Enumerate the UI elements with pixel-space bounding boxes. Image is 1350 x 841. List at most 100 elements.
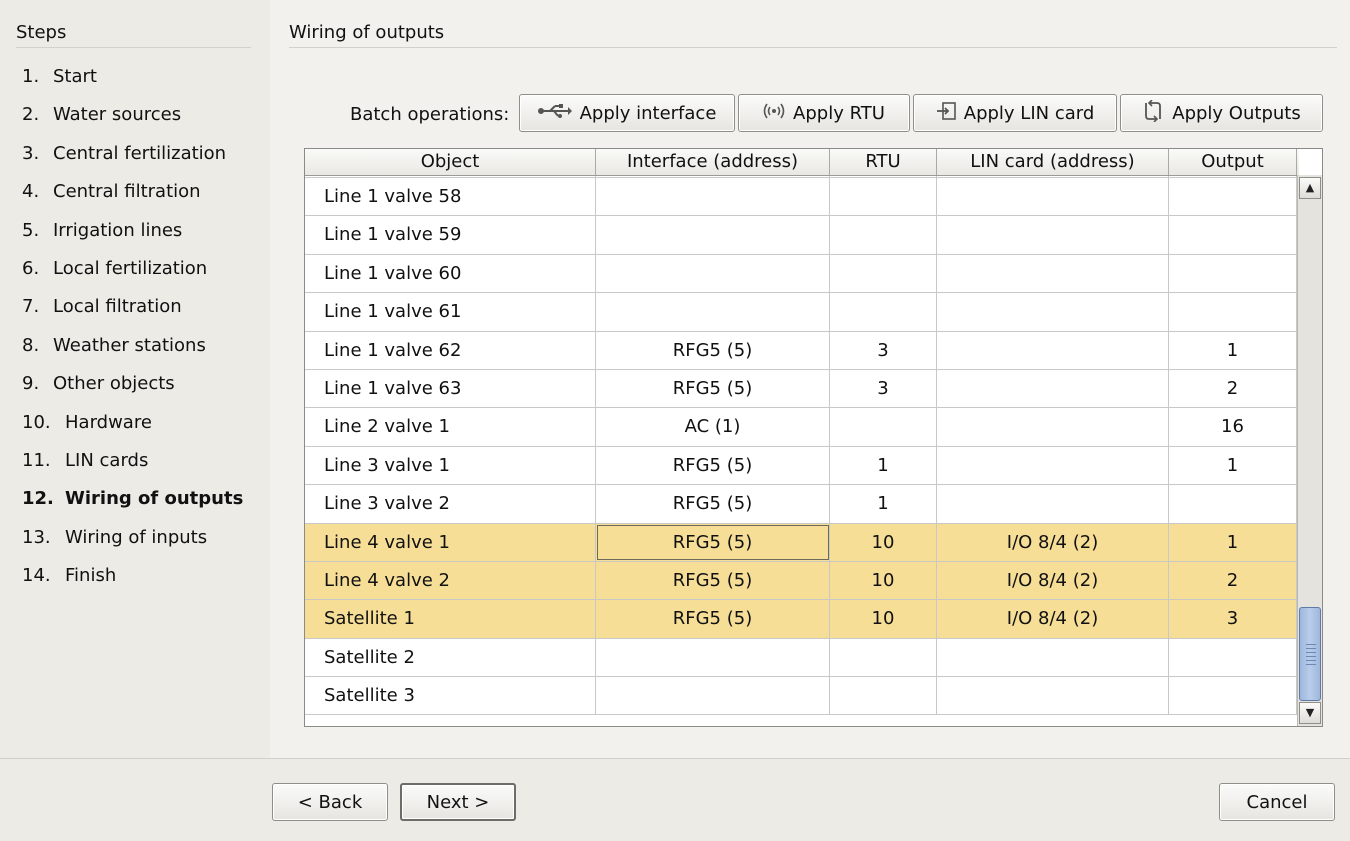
cell-object[interactable]: Line 1 valve 58 <box>305 178 596 216</box>
cell-interface[interactable] <box>596 293 830 331</box>
column-header-lin-card[interactable]: LIN card (address) <box>937 149 1169 175</box>
cell-rtu[interactable]: 10 <box>830 600 937 638</box>
table-row[interactable]: Line 1 valve 62 RFG5 (5) 3 1 <box>305 331 1297 370</box>
cell-interface[interactable]: RFG5 (5) <box>596 523 830 561</box>
cell-interface[interactable]: RFG5 (5) <box>596 331 830 369</box>
cell-rtu[interactable] <box>830 408 937 446</box>
table-row[interactable]: Satellite 2 <box>305 638 1297 678</box>
cell-rtu[interactable]: 10 <box>830 561 937 600</box>
cell-output[interactable] <box>1169 178 1297 216</box>
cell-interface[interactable]: RFG5 (5) <box>596 600 830 638</box>
cell-rtu[interactable] <box>830 293 937 331</box>
cell-lin[interactable] <box>937 408 1169 446</box>
wiring-table[interactable]: Object Interface (address) RTU LIN card … <box>304 148 1323 727</box>
column-header-output[interactable]: Output <box>1169 149 1297 175</box>
cell-rtu[interactable] <box>830 254 937 293</box>
cell-output[interactable] <box>1169 485 1297 523</box>
cell-lin[interactable]: I/O 8/4 (2) <box>937 600 1169 638</box>
cell-output[interactable]: 2 <box>1169 561 1297 600</box>
cell-rtu[interactable]: 1 <box>830 446 937 485</box>
scrollbar-thumb[interactable] <box>1299 607 1321 701</box>
table-row[interactable]: Line 4 valve 1 RFG5 (5) 10 I/O 8/4 (2) 1 <box>305 523 1297 562</box>
cell-rtu[interactable]: 10 <box>830 523 937 561</box>
scroll-down-button[interactable]: ▼ <box>1299 702 1321 724</box>
cell-lin[interactable] <box>937 293 1169 331</box>
cell-rtu[interactable] <box>830 677 937 715</box>
back-button[interactable]: < Back <box>272 783 388 821</box>
apply-rtu-button[interactable]: Apply RTU <box>738 94 910 132</box>
apply-outputs-button[interactable]: Apply Outputs <box>1120 94 1323 132</box>
cell-rtu[interactable]: 3 <box>830 369 937 408</box>
table-row[interactable]: Line 1 valve 59 <box>305 216 1297 255</box>
cell-lin[interactable] <box>937 369 1169 408</box>
table-row[interactable]: Line 3 valve 2 RFG5 (5) 1 <box>305 485 1297 524</box>
cell-lin[interactable] <box>937 331 1169 369</box>
cell-interface[interactable] <box>596 216 830 254</box>
cell-interface[interactable] <box>596 178 830 216</box>
cell-output[interactable]: 2 <box>1169 369 1297 408</box>
cell-lin[interactable] <box>937 677 1169 715</box>
cell-lin[interactable] <box>937 254 1169 293</box>
cell-interface[interactable]: RFG5 (5) <box>596 369 830 408</box>
cell-rtu[interactable]: 3 <box>830 331 937 369</box>
cell-lin[interactable] <box>937 638 1169 677</box>
scroll-up-button[interactable]: ▲ <box>1299 177 1321 199</box>
table-row[interactable]: Line 3 valve 1 RFG5 (5) 1 1 <box>305 446 1297 486</box>
cell-object[interactable]: Line 1 valve 61 <box>305 293 596 331</box>
table-row[interactable]: Line 2 valve 1 AC (1) 16 <box>305 408 1297 447</box>
cell-output[interactable] <box>1169 216 1297 254</box>
cell-output[interactable] <box>1169 677 1297 715</box>
cell-object[interactable]: Line 1 valve 59 <box>305 216 596 254</box>
table-row[interactable]: Line 1 valve 60 <box>305 254 1297 294</box>
table-scrollbar[interactable]: ▲ ▼ <box>1297 175 1322 726</box>
cell-object[interactable]: Line 4 valve 2 <box>305 561 596 600</box>
cell-output[interactable] <box>1169 254 1297 293</box>
cell-output[interactable] <box>1169 638 1297 677</box>
cell-object[interactable]: Satellite 3 <box>305 677 596 715</box>
cell-lin[interactable] <box>937 485 1169 523</box>
cell-interface[interactable]: RFG5 (5) <box>596 561 830 600</box>
cell-rtu[interactable]: 1 <box>830 485 937 523</box>
apply-interface-button[interactable]: Apply interface <box>519 94 735 132</box>
cell-output[interactable]: 16 <box>1169 408 1297 446</box>
table-row[interactable]: Satellite 1 RFG5 (5) 10 I/O 8/4 (2) 3 <box>305 600 1297 639</box>
cell-object[interactable]: Line 2 valve 1 <box>305 408 596 446</box>
cell-object[interactable]: Line 3 valve 1 <box>305 446 596 485</box>
cell-output[interactable] <box>1169 293 1297 331</box>
cell-object[interactable]: Line 3 valve 2 <box>305 485 596 523</box>
table-row[interactable]: Satellite 3 <box>305 677 1297 716</box>
cell-lin[interactable] <box>937 216 1169 254</box>
cell-rtu[interactable] <box>830 178 937 216</box>
cell-interface[interactable] <box>596 254 830 293</box>
cell-lin[interactable]: I/O 8/4 (2) <box>937 523 1169 561</box>
cell-rtu[interactable] <box>830 216 937 254</box>
table-row[interactable]: Line 1 valve 63 RFG5 (5) 3 2 <box>305 369 1297 409</box>
next-button[interactable]: Next > <box>400 783 516 821</box>
cell-output[interactable]: 1 <box>1169 446 1297 485</box>
cell-output[interactable]: 3 <box>1169 600 1297 638</box>
cancel-button[interactable]: Cancel <box>1219 783 1335 821</box>
cell-object[interactable]: Line 1 valve 63 <box>305 369 596 408</box>
cell-rtu[interactable] <box>830 638 937 677</box>
cell-lin[interactable] <box>937 446 1169 485</box>
cell-output[interactable]: 1 <box>1169 523 1297 561</box>
cell-lin[interactable]: I/O 8/4 (2) <box>937 561 1169 600</box>
cell-interface[interactable]: RFG5 (5) <box>596 485 830 523</box>
apply-lin-card-button[interactable]: Apply LIN card <box>913 94 1117 132</box>
table-row[interactable]: Line 4 valve 2 RFG5 (5) 10 I/O 8/4 (2) 2 <box>305 561 1297 601</box>
column-header-rtu[interactable]: RTU <box>830 149 937 175</box>
cell-interface[interactable] <box>596 638 830 677</box>
cell-interface[interactable]: AC (1) <box>596 408 830 446</box>
cell-object[interactable]: Line 4 valve 1 <box>305 523 596 561</box>
cell-output[interactable]: 1 <box>1169 331 1297 369</box>
cell-object[interactable]: Satellite 2 <box>305 638 596 677</box>
cell-interface[interactable] <box>596 677 830 715</box>
cell-object[interactable]: Satellite 1 <box>305 600 596 638</box>
cell-object[interactable]: Line 1 valve 60 <box>305 254 596 293</box>
column-header-object[interactable]: Object <box>305 149 596 175</box>
column-header-interface[interactable]: Interface (address) <box>596 149 830 175</box>
table-row[interactable]: Line 1 valve 61 <box>305 293 1297 332</box>
cell-interface[interactable]: RFG5 (5) <box>596 446 830 485</box>
table-row[interactable]: Line 1 valve 58 <box>305 178 1297 217</box>
cell-lin[interactable] <box>937 178 1169 216</box>
